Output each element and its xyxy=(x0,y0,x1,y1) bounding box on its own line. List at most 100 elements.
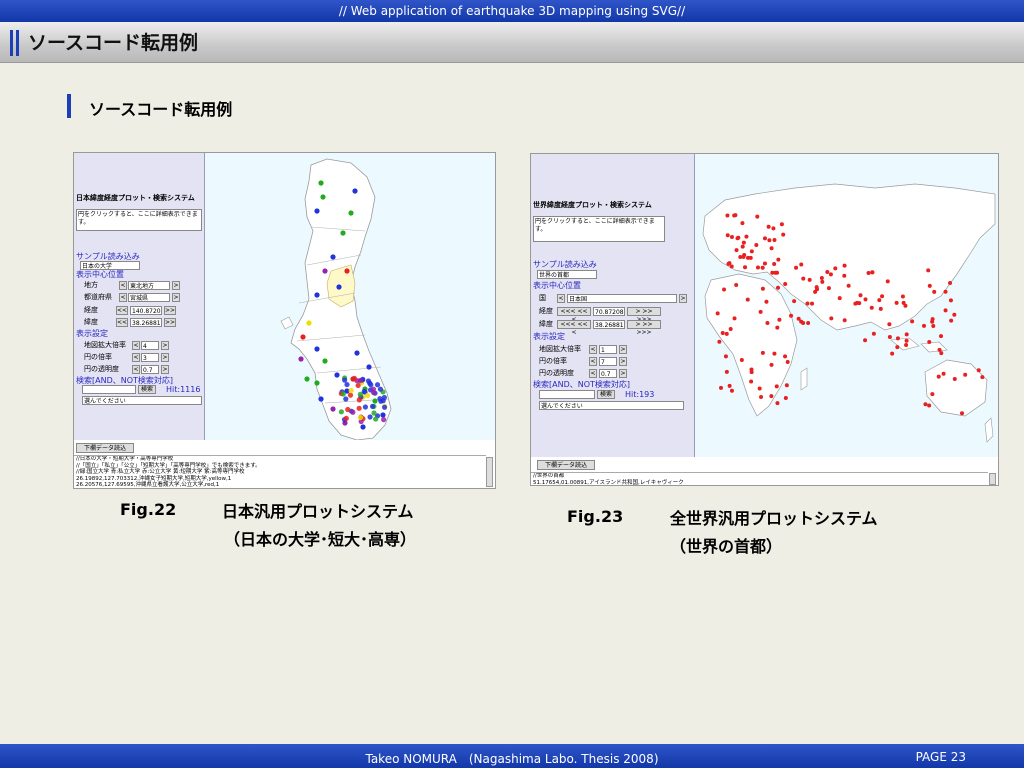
university-dot xyxy=(370,389,377,396)
scrollbar[interactable] xyxy=(486,457,493,487)
zoom-prev-button[interactable]: < xyxy=(132,341,140,350)
capital-dot xyxy=(842,318,847,323)
university-dot xyxy=(314,380,320,386)
capital-dot xyxy=(734,248,739,253)
capital-dot xyxy=(725,233,730,238)
lat-input[interactable]: 38.26881 xyxy=(593,320,625,329)
zoom-next-button[interactable]: > xyxy=(161,341,169,350)
zoom-select[interactable]: 1 xyxy=(599,345,617,354)
university-dot xyxy=(364,392,371,399)
pref-select[interactable]: 宮城県 xyxy=(128,293,170,302)
lat-next-button[interactable]: > >> >>> xyxy=(627,320,661,336)
capital-dot xyxy=(887,335,892,340)
slide-title: ソースコード転用例 xyxy=(28,32,199,54)
university-dot xyxy=(356,397,362,403)
lon-input[interactable]: 140.8720 xyxy=(130,306,162,315)
search-button[interactable]: 検索 xyxy=(597,390,615,399)
capital-dot xyxy=(828,272,833,277)
scrollbar[interactable] xyxy=(989,473,996,485)
zoom-prev-button[interactable]: < xyxy=(589,345,597,354)
result-select[interactable]: 選んでください xyxy=(82,396,202,405)
capital-dot xyxy=(749,249,754,254)
university-dot xyxy=(377,386,384,392)
center-label: 表示中心位置 xyxy=(533,281,581,290)
opacity-next-button[interactable]: > xyxy=(161,365,169,374)
capital-dot xyxy=(829,316,834,321)
opacity-label: 円の透明度 xyxy=(539,369,574,377)
search-input[interactable] xyxy=(539,390,595,399)
capital-dot xyxy=(740,244,745,249)
university-dot xyxy=(348,210,354,216)
capital-dot xyxy=(801,276,806,281)
capital-dot xyxy=(923,402,928,407)
lon-label: 経度 xyxy=(84,306,98,314)
circle-select[interactable]: 3 xyxy=(141,353,159,362)
capital-dot xyxy=(749,379,754,384)
lon-label: 経度 xyxy=(539,307,553,315)
data-load-button[interactable]: 下欄データ読込 xyxy=(537,460,595,470)
region-select[interactable]: 東北地方 xyxy=(128,281,170,290)
fig23-title: 全世界汎用プロットシステム xyxy=(670,509,878,528)
university-dot xyxy=(304,376,310,382)
capital-dot xyxy=(952,312,957,317)
university-dot xyxy=(354,350,360,356)
circle-next-button[interactable]: > xyxy=(619,357,627,366)
zoom-select[interactable]: 4 xyxy=(141,341,159,350)
lon-next-button[interactable]: > >> >>> xyxy=(627,307,661,323)
opacity-label: 円の透明度 xyxy=(84,365,119,373)
lat-next-button[interactable]: >> xyxy=(164,318,176,327)
university-dot xyxy=(362,404,369,410)
zoom-next-button[interactable]: > xyxy=(619,345,627,354)
capital-dot xyxy=(904,338,909,343)
opacity-prev-button[interactable]: < xyxy=(132,365,140,374)
lon-prev-button[interactable]: <<< << < xyxy=(557,307,591,323)
data-load-button[interactable]: 下欄データ読込 xyxy=(76,443,134,453)
region-next-button[interactable]: > xyxy=(172,281,180,290)
capital-dot xyxy=(742,252,747,257)
lon-prev-button[interactable]: << xyxy=(116,306,128,315)
sample-select[interactable]: 日本の大学 xyxy=(80,261,140,270)
search-input[interactable] xyxy=(82,385,136,394)
capital-dot xyxy=(810,301,815,306)
lat-prev-button[interactable]: << xyxy=(116,318,128,327)
opacity-next-button[interactable]: > xyxy=(619,369,627,378)
circle-prev-button[interactable]: < xyxy=(132,353,140,362)
data-textarea[interactable]: //日本の大学・短期大学・高等専門学校 //「国立」「私立」「公立」「短期大学」… xyxy=(74,455,486,488)
country-next-button[interactable]: > xyxy=(679,294,687,303)
country-select[interactable]: 日本国 xyxy=(567,294,677,303)
capital-dot xyxy=(901,300,906,305)
region-prev-button[interactable]: < xyxy=(119,281,127,290)
search-button[interactable]: 検索 xyxy=(138,385,156,394)
lon-next-button[interactable]: >> xyxy=(164,306,176,315)
lat-input[interactable]: 38.26881 xyxy=(130,318,162,327)
capital-dot xyxy=(772,237,777,242)
capital-dot xyxy=(775,285,780,290)
opacity-prev-button[interactable]: < xyxy=(589,369,597,378)
capital-dot xyxy=(738,255,743,260)
opacity-select[interactable]: 0.7 xyxy=(141,365,159,374)
lat-prev-button[interactable]: <<< << < xyxy=(557,320,591,336)
data-textarea[interactable]: //世界の首都 51.17654,01.00891,アイスランド共和国,レイキャ… xyxy=(531,472,988,485)
top-banner: // Web application of earthquake 3D mapp… xyxy=(0,0,1024,22)
circle-prev-button[interactable]: < xyxy=(589,357,597,366)
university-dot xyxy=(373,416,379,422)
sample-select[interactable]: 世界の首都 xyxy=(537,270,597,279)
lon-input[interactable]: 70.87208 xyxy=(593,307,625,316)
university-dot xyxy=(351,375,357,381)
circle-next-button[interactable]: > xyxy=(161,353,169,362)
capital-dot xyxy=(846,283,851,288)
capital-dot xyxy=(939,351,944,356)
capital-dot xyxy=(863,297,868,302)
university-dot xyxy=(367,414,373,420)
circle-select[interactable]: 7 xyxy=(599,357,617,366)
pref-next-button[interactable]: > xyxy=(172,293,180,302)
result-select[interactable]: 選んでください xyxy=(539,401,684,410)
capital-dot xyxy=(745,255,750,260)
opacity-select[interactable]: 0.7 xyxy=(599,369,617,378)
pref-prev-button[interactable]: < xyxy=(119,293,127,302)
university-dot xyxy=(348,388,354,394)
capital-dot xyxy=(769,394,774,399)
country-prev-button[interactable]: < xyxy=(557,294,565,303)
sample-label: サンプル読み込み xyxy=(533,260,597,269)
university-dot xyxy=(342,377,348,383)
